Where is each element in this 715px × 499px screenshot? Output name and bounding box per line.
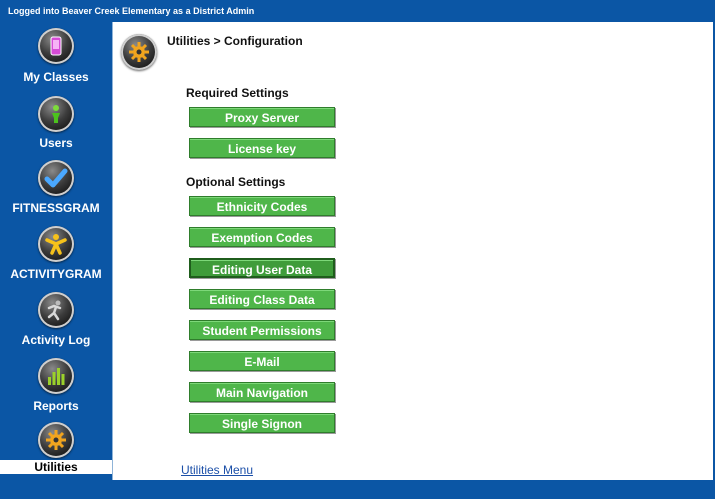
editing-user-data-button[interactable]: Editing User Data — [189, 258, 335, 278]
single-signon-button[interactable]: Single Signon — [189, 413, 335, 433]
sidebar-item-label: Activity Log — [21, 333, 91, 347]
exemption-codes-button[interactable]: Exemption Codes — [189, 227, 335, 247]
main-content: Utilities > Configuration Required Setti… — [112, 22, 713, 480]
sidebar-item-label: ACTIVITYGRAM — [10, 267, 102, 281]
breadcrumb: Utilities > Configuration — [167, 34, 303, 48]
sidebar-item-my-classes[interactable]: My Classes — [0, 26, 112, 90]
bar-chart-icon — [38, 358, 74, 394]
gear-icon — [121, 34, 157, 70]
login-status-text: Logged into Beaver Creek Elementary as a… — [8, 6, 255, 16]
login-status-bar: Logged into Beaver Creek Elementary as a… — [0, 0, 715, 22]
sidebar-item-label: My Classes — [23, 70, 89, 84]
sidebar-item-utilities[interactable]: Utilities — [0, 420, 112, 474]
main-navigation-button[interactable]: Main Navigation — [189, 382, 335, 402]
student-permissions-button[interactable]: Student Permissions — [189, 320, 335, 340]
editing-class-data-button[interactable]: Editing Class Data — [189, 289, 335, 309]
sidebar: My Classes Users FITNESSGRAM ACTIVITYGRA… — [0, 22, 112, 474]
gear-icon — [38, 422, 74, 458]
sidebar-item-users[interactable]: Users — [0, 94, 112, 152]
license-key-button[interactable]: License key — [189, 138, 335, 158]
sidebar-item-label: FITNESSGRAM — [12, 201, 100, 215]
sidebar-item-fitnessgram[interactable]: FITNESSGRAM — [0, 158, 112, 218]
bottom-bar — [0, 480, 715, 499]
phone-icon — [38, 28, 74, 64]
email-button[interactable]: E-Mail — [189, 351, 335, 371]
utilities-menu-link[interactable]: Utilities Menu — [181, 463, 253, 477]
sidebar-item-label: Utilities — [0, 460, 112, 474]
sidebar-item-label: Users — [39, 136, 73, 150]
optional-settings-heading: Optional Settings — [186, 175, 286, 189]
jumping-figure-icon — [38, 226, 74, 262]
sidebar-item-reports[interactable]: Reports — [0, 356, 112, 416]
required-settings-heading: Required Settings — [186, 86, 289, 100]
proxy-server-button[interactable]: Proxy Server — [189, 107, 335, 127]
sidebar-item-activitygram[interactable]: ACTIVITYGRAM — [0, 224, 112, 284]
ethnicity-codes-button[interactable]: Ethnicity Codes — [189, 196, 335, 216]
runner-icon — [38, 292, 74, 328]
sidebar-item-activity-log[interactable]: Activity Log — [0, 290, 112, 350]
sidebar-item-label: Reports — [33, 399, 79, 413]
person-icon — [38, 96, 74, 132]
checkmark-icon — [38, 160, 74, 196]
